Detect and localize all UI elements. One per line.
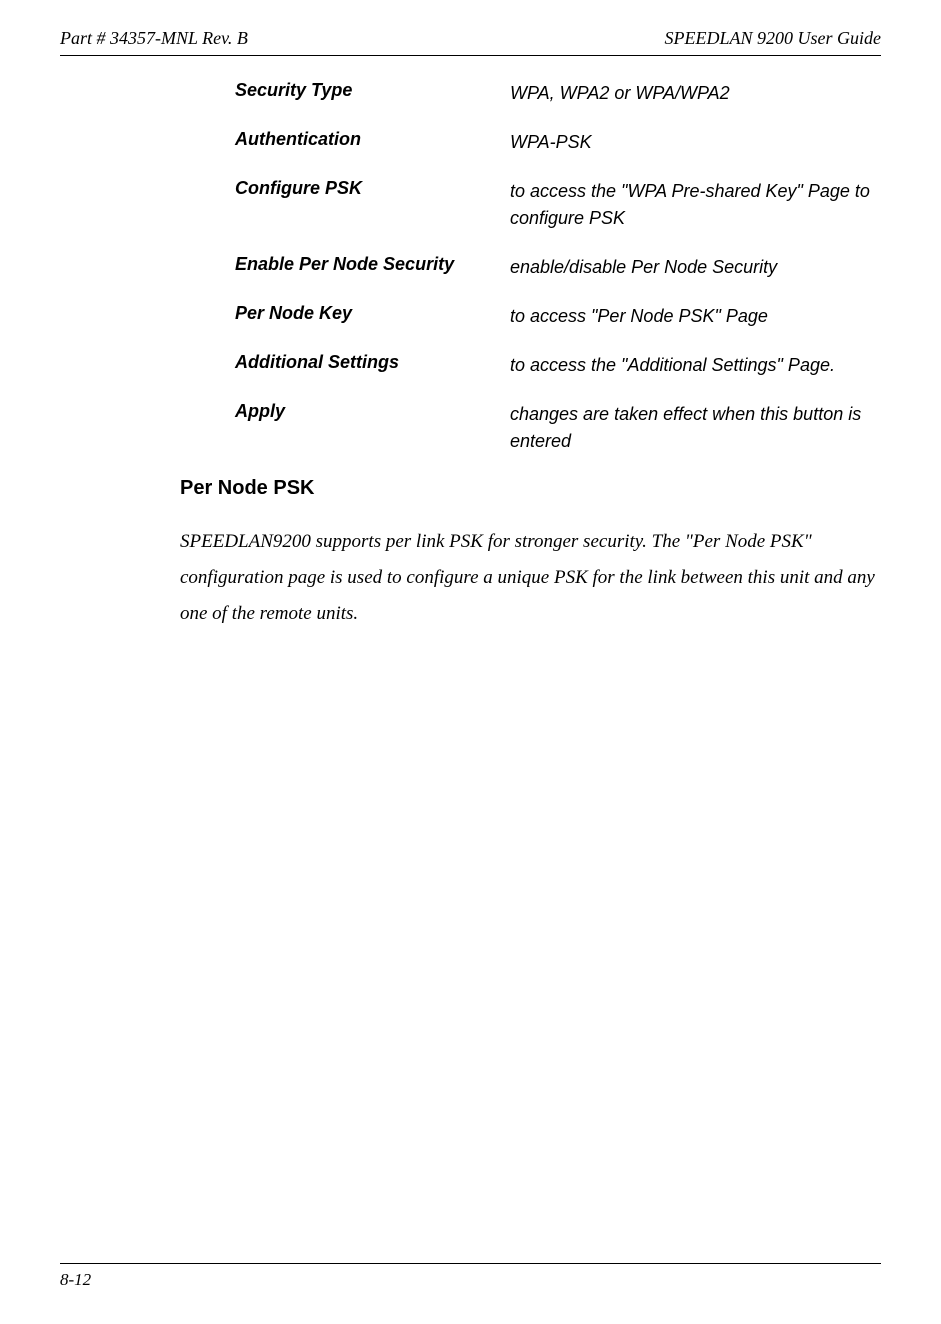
section-heading: Per Node PSK	[180, 477, 881, 500]
definition-description: enable/disable Per Node Security	[510, 254, 881, 281]
definition-row: Authentication WPA-PSK	[235, 129, 881, 156]
definition-description: WPA-PSK	[510, 129, 881, 156]
definition-term: Apply	[235, 401, 510, 422]
header-left: Part # 34357-MNL Rev. B	[60, 28, 248, 49]
definition-term: Additional Settings	[235, 352, 510, 373]
definition-description: changes are taken effect when this butto…	[510, 401, 881, 455]
page-number: 8-12	[60, 1270, 881, 1290]
definition-row: Enable Per Node Security enable/disable …	[235, 254, 881, 281]
definition-row: Apply changes are taken effect when this…	[235, 401, 881, 455]
footer-rule	[60, 1263, 881, 1264]
section-paragraph: SPEEDLAN9200 supports per link PSK for s…	[180, 524, 881, 632]
definition-term: Authentication	[235, 129, 510, 150]
header-rule	[60, 55, 881, 56]
definition-description: to access "Per Node PSK" Page	[510, 303, 881, 330]
definition-row: Additional Settings to access the "Addit…	[235, 352, 881, 379]
definition-description: WPA, WPA2 or WPA/WPA2	[510, 80, 881, 107]
definition-description: to access the "Additional Settings" Page…	[510, 352, 881, 379]
page-footer: 8-12	[60, 1263, 881, 1290]
definition-row: Per Node Key to access "Per Node PSK" Pa…	[235, 303, 881, 330]
content-area: Security Type WPA, WPA2 or WPA/WPA2 Auth…	[60, 80, 881, 632]
definition-term: Enable Per Node Security	[235, 254, 510, 275]
definition-row: Configure PSK to access the "WPA Pre-sha…	[235, 178, 881, 232]
definition-term: Security Type	[235, 80, 510, 101]
definition-term: Configure PSK	[235, 178, 510, 199]
definition-description: to access the "WPA Pre-shared Key" Page …	[510, 178, 881, 232]
definition-term: Per Node Key	[235, 303, 510, 324]
definition-row: Security Type WPA, WPA2 or WPA/WPA2	[235, 80, 881, 107]
page-header: Part # 34357-MNL Rev. B SPEEDLAN 9200 Us…	[60, 28, 881, 49]
header-right: SPEEDLAN 9200 User Guide	[665, 28, 881, 49]
